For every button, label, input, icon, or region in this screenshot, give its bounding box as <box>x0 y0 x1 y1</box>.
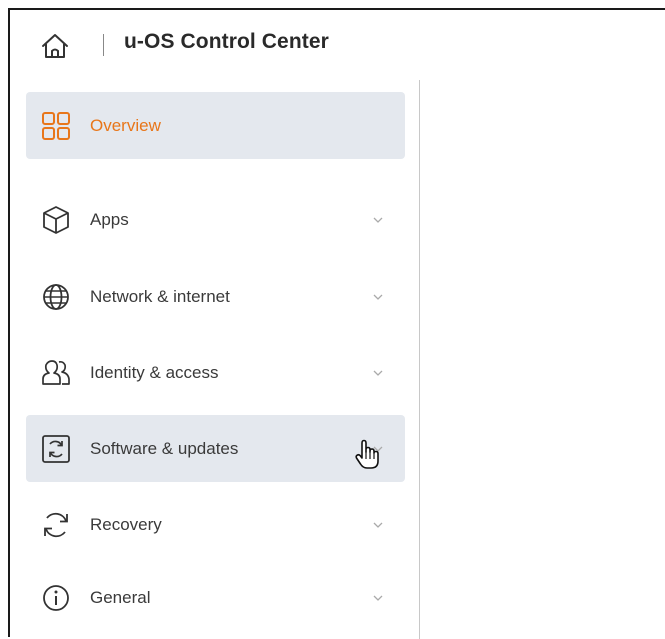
overview-grid-icon <box>42 111 70 140</box>
sidebar-item-label: Network & internet <box>90 286 230 306</box>
sidebar-item-label: Identity & access <box>90 362 219 382</box>
header: u-OS Control Center <box>10 10 665 80</box>
hand-cursor-icon <box>355 439 379 469</box>
chevron-down-icon[interactable] <box>371 520 385 530</box>
sidebar-item-general[interactable]: General <box>26 564 405 631</box>
info-icon <box>43 584 69 611</box>
sidebar-item-label: Overview <box>90 115 161 135</box>
sidebar-item-recovery[interactable]: Recovery <box>26 491 405 558</box>
sidebar-item-network[interactable]: Network & internet <box>26 263 405 330</box>
globe-icon <box>43 283 69 310</box>
sidebar-item-label: General <box>90 587 151 607</box>
sidebar-item-label: Recovery <box>90 514 162 534</box>
chevron-down-icon[interactable] <box>371 593 385 603</box>
home-icon[interactable] <box>40 32 70 60</box>
refresh-icon <box>44 512 68 537</box>
chevron-down-icon[interactable] <box>371 215 385 225</box>
users-icon <box>42 359 70 385</box>
chevron-down-icon[interactable] <box>371 292 385 302</box>
sidebar-nav: Overview Apps Network & internet Identit… <box>10 80 420 639</box>
sidebar-item-apps[interactable]: Apps <box>26 186 405 253</box>
software-update-icon <box>42 434 70 463</box>
app-title: u-OS Control Center <box>124 30 329 53</box>
chevron-down-icon[interactable] <box>371 368 385 378</box>
sidebar-item-software-updates[interactable]: Software & updates <box>26 415 405 482</box>
header-divider <box>103 34 104 56</box>
sidebar-item-label: Software & updates <box>90 438 239 458</box>
sidebar-item-overview[interactable]: Overview <box>26 92 405 159</box>
sidebar-item-identity[interactable]: Identity & access <box>26 339 405 406</box>
cube-icon <box>43 205 69 234</box>
sidebar-item-label: Apps <box>90 209 129 229</box>
app-window: u-OS Control Center Overview Apps Networ… <box>8 8 665 639</box>
